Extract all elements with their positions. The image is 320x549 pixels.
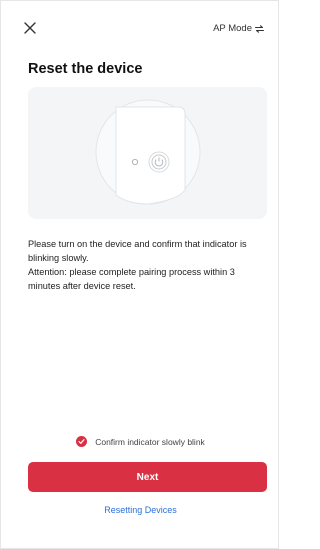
- confirm-label: Confirm indicator slowly blink: [95, 436, 205, 447]
- attention-line: Attention: please complete pairing proce…: [28, 267, 235, 291]
- check-icon: [78, 439, 85, 444]
- device-illustration: [28, 87, 267, 219]
- switch-arrows-icon: [255, 24, 264, 33]
- device-reset-graphic: [95, 99, 201, 205]
- mode-label: AP Mode: [213, 23, 252, 34]
- confirm-indicator-row[interactable]: Confirm indicator slowly blink: [1, 436, 280, 447]
- power-icon: [148, 151, 170, 173]
- instruction-line: Please turn on the device and confirm th…: [28, 239, 247, 263]
- resetting-devices-link[interactable]: Resetting Devices: [1, 505, 280, 515]
- instructions-text: Please turn on the device and confirm th…: [28, 237, 264, 293]
- ap-mode-switch[interactable]: AP Mode: [213, 23, 264, 34]
- reset-device-screen: AP Mode Reset the device Please turn on …: [0, 0, 279, 549]
- top-bar: AP Mode: [23, 21, 264, 41]
- close-button[interactable]: [23, 21, 41, 39]
- confirm-checkbox[interactable]: [76, 436, 88, 447]
- page-title: Reset the device: [28, 61, 143, 77]
- close-icon: [24, 22, 36, 34]
- next-button[interactable]: Next: [28, 462, 267, 492]
